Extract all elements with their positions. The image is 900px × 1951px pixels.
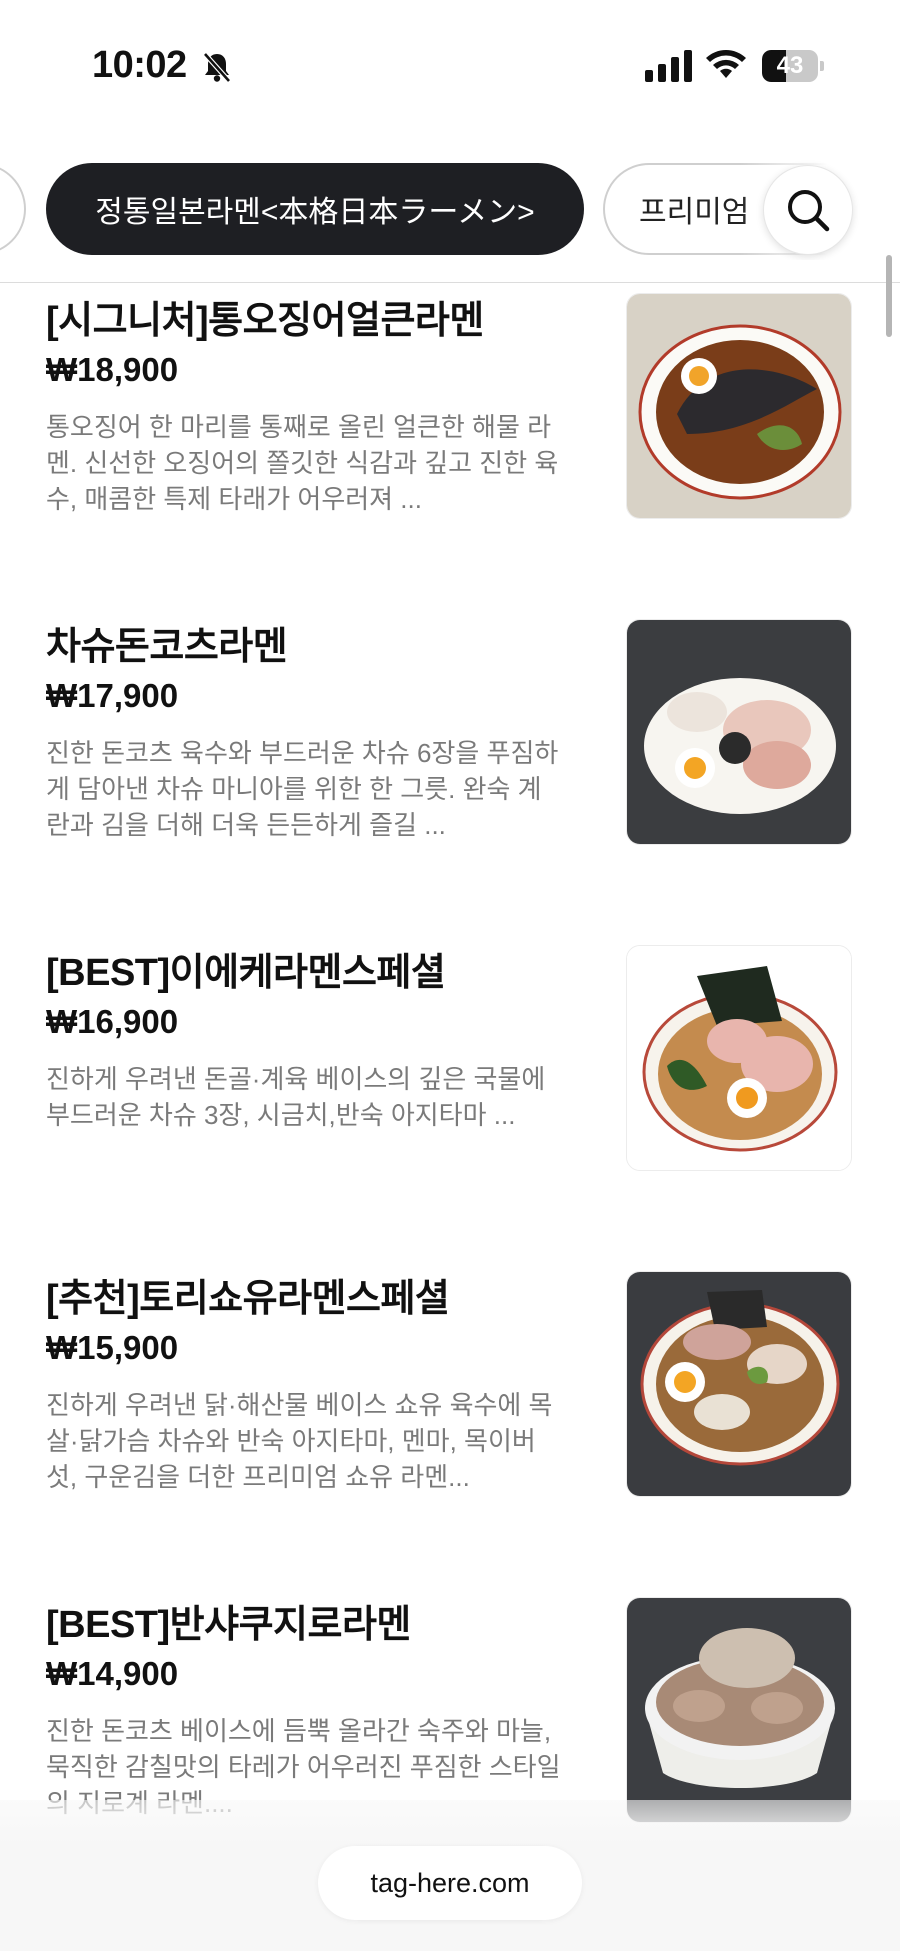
- menu-list: [시그니처]통오징어얼큰라멘 ₩18,900 통오징어 한 마리를 통째로 올린…: [0, 283, 900, 1823]
- menu-item-description: 진한 돈코츠 육수와 부드러운 차슈 6장을 푸짐하게 담아낸 차슈 마니아를 …: [46, 738, 559, 840]
- menu-item-price: ₩14,900: [46, 1655, 179, 1692]
- search-icon: [788, 190, 830, 232]
- menu-item-price: ₩18,900: [46, 351, 179, 388]
- menu-item-description: 진하게 우려낸 닭·해산물 베이스 쇼유 육수에 목살·닭가슴 차슈와 반숙 아…: [46, 1390, 553, 1492]
- menu-item-image[interactable]: [626, 1271, 852, 1497]
- menu-item-price: ₩17,900: [46, 677, 179, 714]
- menu-item-name: [시그니처]통오징어얼큰라멘: [46, 300, 484, 342]
- status-time: 10:02: [92, 44, 187, 86]
- menu-item[interactable]: [BEST]반샤쿠지로라멘 ₩14,900 진한 돈코츠 베이스에 듬뿍 올라간…: [0, 1587, 900, 1823]
- menu-item-name: 차슈돈코츠라멘: [46, 626, 288, 668]
- menu-item-image[interactable]: [626, 293, 852, 519]
- menu-item-description: 진하게 우려낸 돈골·계육 베이스의 깊은 국물에 부드러운 차슈 3장, 시금…: [46, 1064, 546, 1130]
- wifi-icon: [706, 50, 746, 78]
- signal-icon: [645, 50, 692, 82]
- battery-level: 43: [776, 52, 804, 79]
- menu-item-name: [추천]토리쇼유라멘스페셜: [46, 1278, 450, 1320]
- menu-item-image[interactable]: [626, 619, 852, 845]
- menu-item-name: [BEST]반샤쿠지로라멘: [46, 1604, 411, 1646]
- menu-item-price: ₩16,900: [46, 1003, 179, 1040]
- category-chip-previous[interactable]: [0, 163, 26, 255]
- category-tabs: 정통일본라멘<本格日本ラーメン> 프리미엄: [0, 160, 900, 260]
- menu-item[interactable]: [BEST]이에케라멘스페셜 ₩16,900 진하게 우려낸 돈골·계육 베이스…: [0, 935, 900, 1261]
- menu-item-name: [BEST]이에케라멘스페셜: [46, 952, 446, 994]
- menu-item[interactable]: 차슈돈코츠라멘 ₩17,900 진한 돈코츠 육수와 부드러운 차슈 6장을 푸…: [0, 609, 900, 935]
- scrollbar-thumb[interactable]: [886, 255, 892, 337]
- category-chip-active[interactable]: 정통일본라멘<本格日本ラーメン>: [46, 163, 584, 255]
- menu-item[interactable]: [시그니처]통오징어얼큰라멘 ₩18,900 통오징어 한 마리를 통째로 올린…: [0, 283, 900, 609]
- search-button[interactable]: [763, 165, 853, 255]
- bell-slash-icon: [203, 52, 231, 83]
- menu-item-image[interactable]: [626, 1597, 852, 1823]
- battery-icon: 43: [762, 50, 824, 82]
- menu-item-description: 통오징어 한 마리를 통째로 올린 얼큰한 해물 라멘. 신선한 오징어의 쫄깃…: [46, 412, 559, 514]
- menu-item-price: ₩15,900: [46, 1329, 179, 1366]
- url-bar[interactable]: tag-here.com: [318, 1846, 582, 1920]
- menu-item[interactable]: [추천]토리쇼유라멘스페셜 ₩15,900 진하게 우려낸 닭·해산물 베이스 …: [0, 1261, 900, 1587]
- menu-item-image[interactable]: [626, 945, 852, 1171]
- status-bar: 10:02 43: [0, 0, 900, 130]
